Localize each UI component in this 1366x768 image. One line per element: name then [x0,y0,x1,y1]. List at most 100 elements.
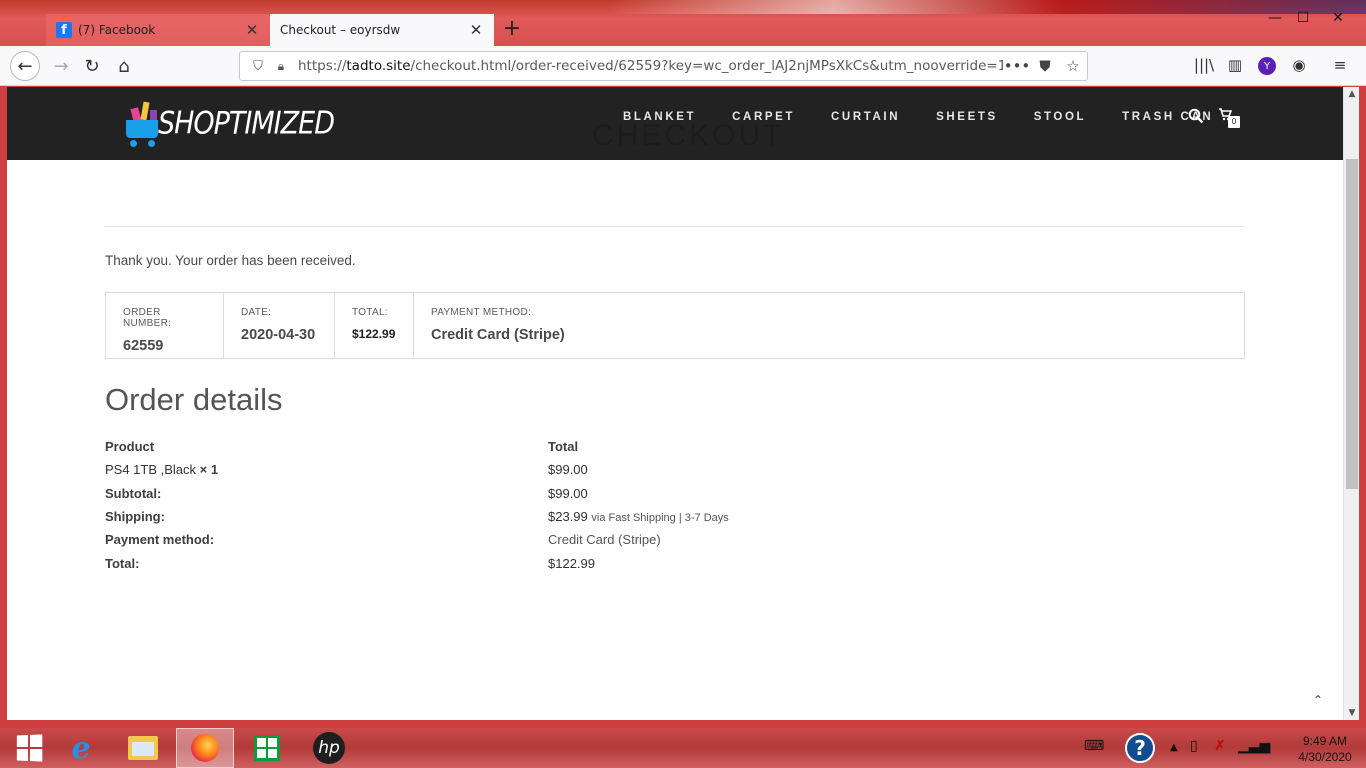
start-button[interactable] [0,728,58,768]
close-tab-icon[interactable]: ✕ [468,21,484,39]
product-quantity: × 1 [199,462,219,478]
column-header-product: Product [105,439,155,455]
extension-avatar-icon[interactable]: Y [1258,57,1276,75]
maximize-button[interactable]: ☐ [1288,10,1318,26]
tab-title: Checkout – eoyrsdw [280,23,401,37]
subtotal-label: Subtotal: [105,485,162,501]
order-received-message: Thank you. Your order has been received. [105,253,356,268]
home-button[interactable]: ⌂ [109,51,139,81]
close-tab-icon[interactable]: ✕ [244,21,260,39]
cart-count-badge: 0 [1228,116,1240,128]
overview-value: Credit Card (Stripe) [431,327,565,343]
tracking-shield-icon[interactable]: ⛉ [246,59,270,74]
bookmark-star-icon[interactable]: ☆ [1059,57,1087,75]
page-title: CHECKOUT [592,119,785,152]
windows-logo-icon [16,734,43,762]
library-icon[interactable]: |||\ [1192,56,1216,76]
reload-button[interactable]: ↻ [77,51,107,81]
keyboard-icon[interactable]: ⌨ [1084,738,1104,754]
menu-item-stool[interactable]: STOOL [1034,111,1086,123]
payment-method-value: Credit Card (Stripe) [548,532,661,548]
table-row: Shipping: $23.99 via Fast Shipping | 3-7… [105,505,905,528]
url-scheme: https:// [298,58,347,74]
store-icon [254,735,280,761]
browser-navbar: ← → ↻ ⌂ ⛉ 🔒︎ https://tadto.site/checkout… [0,46,1366,86]
total-label: Total: [105,555,140,571]
vertical-scrollbar[interactable]: ▲ ▼ [1343,87,1359,720]
back-button[interactable]: ← [10,51,40,81]
internet-explorer-icon: e [71,730,91,766]
sidebar-icon[interactable]: ▥ [1223,56,1247,76]
overview-payment-method: PAYMENT METHOD: Credit Card (Stripe) [414,293,1244,358]
search-icon[interactable] [1188,108,1206,126]
column-header-total: Total [548,439,579,455]
shipping-method: via Fast Shipping | 3-7 Days [591,512,729,525]
product-name-link[interactable]: PS4 1TB ,Black [105,462,196,477]
network-error-icon[interactable]: ✗ [1214,738,1226,754]
help-icon[interactable]: ? [1125,733,1155,763]
table-row: Total: $122.99 [105,551,905,574]
pocket-icon[interactable]: ⛊ [1031,57,1059,75]
taskbar-firefox[interactable] [176,728,234,768]
menu-item-curtain[interactable]: CURTAIN [831,111,900,123]
volume-icon[interactable]: 🔈︎ [1264,738,1272,754]
firefox-icon [191,734,219,762]
menu-icon[interactable]: ≡ [1328,56,1352,76]
device-icon[interactable]: ▯ [1190,738,1198,754]
taskbar-file-explorer[interactable] [114,728,172,768]
menu-item-sheets[interactable]: SHEETS [936,111,998,123]
overview-label: TOTAL: [352,307,388,318]
scroll-to-top-icon[interactable]: ⌃ [1313,693,1323,707]
shipping-label: Shipping: [105,509,165,525]
order-details-heading: Order details [105,382,283,417]
taskbar-internet-explorer[interactable]: e [52,728,110,768]
shipping-value: $23.99 [548,509,588,525]
payment-method-label: Payment method: [105,532,215,548]
overview-order-number: ORDER NUMBER: 62559 [106,293,224,358]
subtotal-value: $99.00 [548,485,588,501]
overview-label: PAYMENT METHOD: [431,307,532,318]
product-total: $99.00 [548,462,588,478]
system-clock[interactable]: 9:49 AM 4/30/2020 [1290,733,1360,765]
url-text[interactable]: https://tadto.site/checkout.html/order-r… [298,58,1003,74]
overview-total: TOTAL: $122.99 [335,293,414,358]
clock-time: 9:49 AM [1302,734,1348,748]
site-header: SHOPTIMIZED BLANKET CARPET CURTAIN SHEET… [7,87,1343,160]
forward-button[interactable]: → [46,51,76,81]
tab-checkout[interactable]: Checkout – eoyrsdw ✕ [270,14,494,46]
browser-tabstrip: f (7) Facebook ✕ Checkout – eoyrsdw ✕ + … [0,0,1366,46]
shopping-cart-logo-icon [124,98,158,148]
close-window-button[interactable]: ✕ [1323,10,1353,26]
table-row: Subtotal: $99.00 [105,482,905,505]
tab-title: (7) Facebook [78,23,156,37]
address-bar[interactable]: ⛉ 🔒︎ https://tadto.site/checkout.html/or… [239,51,1088,81]
url-path: /checkout.html/order-received/62559?key=… [410,58,1003,74]
tab-facebook[interactable]: f (7) Facebook ✕ [46,14,270,46]
overview-label: DATE: [241,307,272,318]
product-cell: PS4 1TB ,Black × 1 [105,462,548,477]
taskbar-hp[interactable]: hp [300,728,358,768]
table-row: PS4 1TB ,Black × 1 $99.00 [105,458,905,481]
account-icon[interactable]: ◉ [1287,56,1311,76]
minimize-button[interactable]: — [1260,10,1290,26]
new-tab-button[interactable]: + [500,16,524,42]
page-viewport: SHOPTIMIZED BLANKET CARPET CURTAIN SHEET… [7,87,1359,720]
clock-date: 4/30/2020 [1298,750,1352,764]
overview-value: $122.99 [352,327,396,341]
show-hidden-icons-icon[interactable]: ▲ [1170,742,1178,753]
scroll-up-arrow-icon[interactable]: ▲ [1344,89,1360,99]
scrollbar-thumb[interactable] [1346,159,1358,489]
overview-label: ORDER NUMBER: [123,307,172,329]
site-logo[interactable]: SHOPTIMIZED [124,94,335,152]
hp-icon: hp [313,732,345,764]
taskbar-store[interactable] [238,728,296,768]
page-actions-icon[interactable]: ••• [1003,57,1031,75]
lock-icon[interactable]: 🔒︎ [270,59,292,74]
order-details-table: Product Total PS4 1TB ,Black × 1 $99.00 … [105,435,905,575]
logo-wordmark: SHOPTIMIZED [157,105,335,141]
order-overview: ORDER NUMBER: 62559 DATE: 2020-04-30 TOT… [105,292,1245,359]
total-value: $122.99 [548,555,595,571]
scroll-down-arrow-icon[interactable]: ▼ [1344,708,1360,718]
overview-value: 62559 [123,338,164,354]
url-host: tadto.site [346,58,411,74]
